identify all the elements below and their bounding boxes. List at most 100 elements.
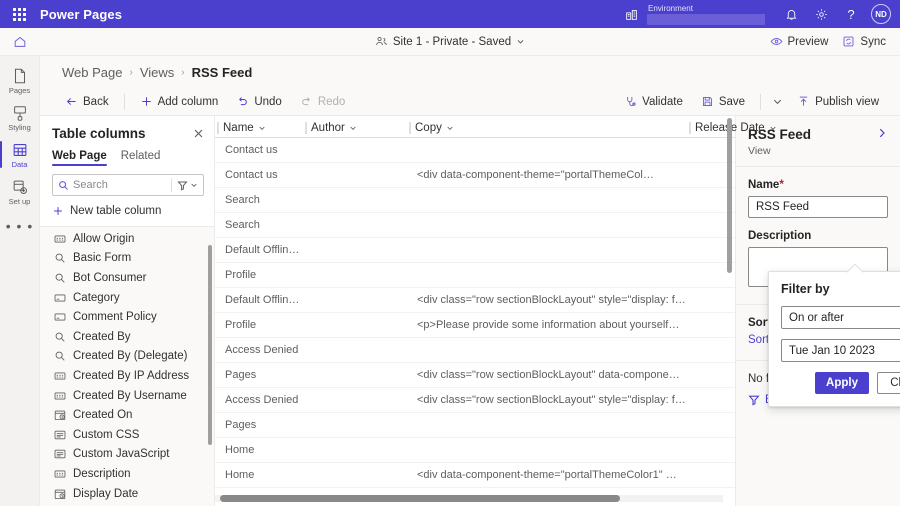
list-item[interactable]: Bot Consumer xyxy=(40,268,214,288)
list-item[interactable]: Custom JavaScript xyxy=(40,445,214,465)
table-row[interactable]: Access Denied xyxy=(215,338,735,363)
grid-column-header-release-date[interactable]: Release Date xyxy=(687,117,817,139)
sidebar-item-pages[interactable]: Pages xyxy=(0,62,40,99)
site-selector[interactable]: Site 1 - Private - Saved xyxy=(0,35,900,48)
table-row[interactable]: Pages xyxy=(215,413,735,438)
validate-button[interactable]: Validate xyxy=(617,92,690,111)
save-label: Save xyxy=(718,95,746,108)
home-icon[interactable] xyxy=(0,28,40,56)
settings-gear-icon[interactable] xyxy=(807,0,835,28)
chevron-down-icon[interactable] xyxy=(446,124,454,132)
publish-view-button[interactable]: Publish view xyxy=(790,92,886,111)
add-column-button[interactable]: Add column xyxy=(133,92,226,111)
grid-vertical-scrollbar[interactable] xyxy=(727,118,732,273)
sidebar-more-icon[interactable]: • • • xyxy=(6,210,33,242)
chevron-down-icon[interactable] xyxy=(258,124,266,132)
sidebar-item-data[interactable]: Data xyxy=(0,136,40,173)
app-launcher-icon[interactable] xyxy=(6,0,32,28)
table-row[interactable]: Home <div data-component-theme="portalThe… xyxy=(215,463,735,488)
description-field-label: Description xyxy=(748,230,812,242)
new-table-column-button[interactable]: New table column xyxy=(40,196,214,227)
back-label: Back xyxy=(83,95,109,108)
table-row[interactable]: Contact us <div data-component-theme="por… xyxy=(215,163,735,188)
breadcrumb-item-current: RSS Feed xyxy=(191,64,253,80)
list-item[interactable]: Created By Username xyxy=(40,386,214,406)
close-icon[interactable] xyxy=(193,128,204,139)
app-title: Power Pages xyxy=(40,6,123,22)
list-item[interactable]: Created By xyxy=(40,327,214,347)
tab-related[interactable]: Related xyxy=(121,147,161,166)
filter-operator-dropdown[interactable]: On or after xyxy=(781,306,900,329)
table-row[interactable]: Search xyxy=(215,188,735,213)
grid-column-header-name[interactable]: Name xyxy=(215,117,303,139)
table-columns-panel: Table columns Web Page Related Search Ne… xyxy=(40,116,215,506)
help-question-icon[interactable]: ? xyxy=(837,0,865,28)
back-button[interactable]: Back xyxy=(58,92,116,111)
choice-icon xyxy=(54,292,66,304)
breadcrumb-item-views[interactable]: Views xyxy=(140,65,174,80)
waffle-grid xyxy=(12,7,26,21)
columns-list-scrollbar[interactable] xyxy=(208,245,212,445)
list-item[interactable]: Basic Form xyxy=(40,249,214,269)
list-item-label: Bot Consumer xyxy=(73,271,147,284)
grid-column-header-copy[interactable]: Copy xyxy=(407,117,687,139)
grid-column-header-author[interactable]: Author xyxy=(303,117,407,139)
cell-name: Contact us xyxy=(225,144,278,156)
search-input[interactable] xyxy=(73,179,171,191)
filter-popup-header: Filter by xyxy=(781,282,900,296)
new-table-column-label: New table column xyxy=(70,205,162,217)
table-row[interactable]: Default Offline Page xyxy=(215,238,735,263)
list-item[interactable]: Created On xyxy=(40,405,214,425)
toolbar-divider xyxy=(760,93,762,110)
column-filter-button[interactable] xyxy=(172,180,203,191)
list-item[interactable]: Display Date xyxy=(40,484,214,504)
list-item[interactable]: Created By IP Address xyxy=(40,366,214,386)
clear-button[interactable]: Clear xyxy=(877,372,900,394)
redo-button[interactable]: Redo xyxy=(293,92,353,111)
chevron-right-icon[interactable] xyxy=(876,127,888,139)
table-row[interactable]: Profile xyxy=(215,263,735,288)
list-item[interactable]: Custom CSS xyxy=(40,425,214,445)
breadcrumb-item-webpage[interactable]: Web Page xyxy=(62,65,122,80)
list-item[interactable]: Created By (Delegate) xyxy=(40,347,214,367)
org-icon[interactable] xyxy=(617,0,645,28)
preview-button[interactable]: Preview xyxy=(770,35,828,48)
list-item-label: Comment Policy xyxy=(73,311,157,324)
avatar[interactable]: ND xyxy=(871,4,891,24)
undo-button[interactable]: Undo xyxy=(229,92,289,111)
table-row[interactable]: Contact us xyxy=(215,138,735,163)
list-item-label: Custom JavaScript xyxy=(73,448,170,461)
table-row[interactable]: Pages <div class="row sectionBlockLayout"… xyxy=(215,363,735,388)
list-item[interactable]: Category xyxy=(40,288,214,308)
save-options-chevron-down-icon[interactable] xyxy=(769,93,786,110)
sync-button[interactable]: Sync xyxy=(842,35,886,48)
save-button[interactable]: Save xyxy=(694,92,752,111)
grid-horizontal-scrollbar[interactable] xyxy=(220,495,620,502)
text-field-icon xyxy=(54,468,66,480)
tab-web-page[interactable]: Web Page xyxy=(52,147,107,166)
cell-copy: <div class="row sectionBlockLayout" styl… xyxy=(417,394,686,406)
filter-date-input[interactable]: Tue Jan 10 2023 xyxy=(781,339,900,362)
list-item[interactable]: Comment Policy xyxy=(40,307,214,327)
list-item[interactable]: Description xyxy=(40,464,214,484)
search-icon xyxy=(53,180,73,191)
environment-selector[interactable]: Environment xyxy=(647,4,765,25)
sidebar-item-styling[interactable]: Styling xyxy=(0,99,40,136)
table-row[interactable]: Profile <p>Please provide some informatio… xyxy=(215,313,735,338)
list-item[interactable]: Allow Origin xyxy=(40,229,214,249)
name-input[interactable] xyxy=(748,196,888,218)
table-row[interactable]: Home xyxy=(215,438,735,463)
chevron-down-icon[interactable] xyxy=(769,124,777,132)
filter-date-value: Tue Jan 10 2023 xyxy=(789,344,875,357)
notification-bell-icon[interactable] xyxy=(777,0,805,28)
apply-button[interactable]: Apply xyxy=(815,372,869,394)
grid-header-label: Copy xyxy=(415,121,442,134)
table-row[interactable]: Access Denied <div class="row sectionBloc… xyxy=(215,388,735,413)
sidebar-label-pages: Pages xyxy=(8,86,31,95)
table-row[interactable]: Search xyxy=(215,213,735,238)
sidebar-item-setup[interactable]: Set up xyxy=(0,173,40,210)
chevron-down-icon[interactable] xyxy=(349,124,357,132)
table-row[interactable]: Default Offline Page <div class="row sect… xyxy=(215,288,735,313)
save-icon xyxy=(702,96,712,107)
power-pages-app: Power Pages Environment ? ND Site 1 - Pr… xyxy=(0,0,900,506)
